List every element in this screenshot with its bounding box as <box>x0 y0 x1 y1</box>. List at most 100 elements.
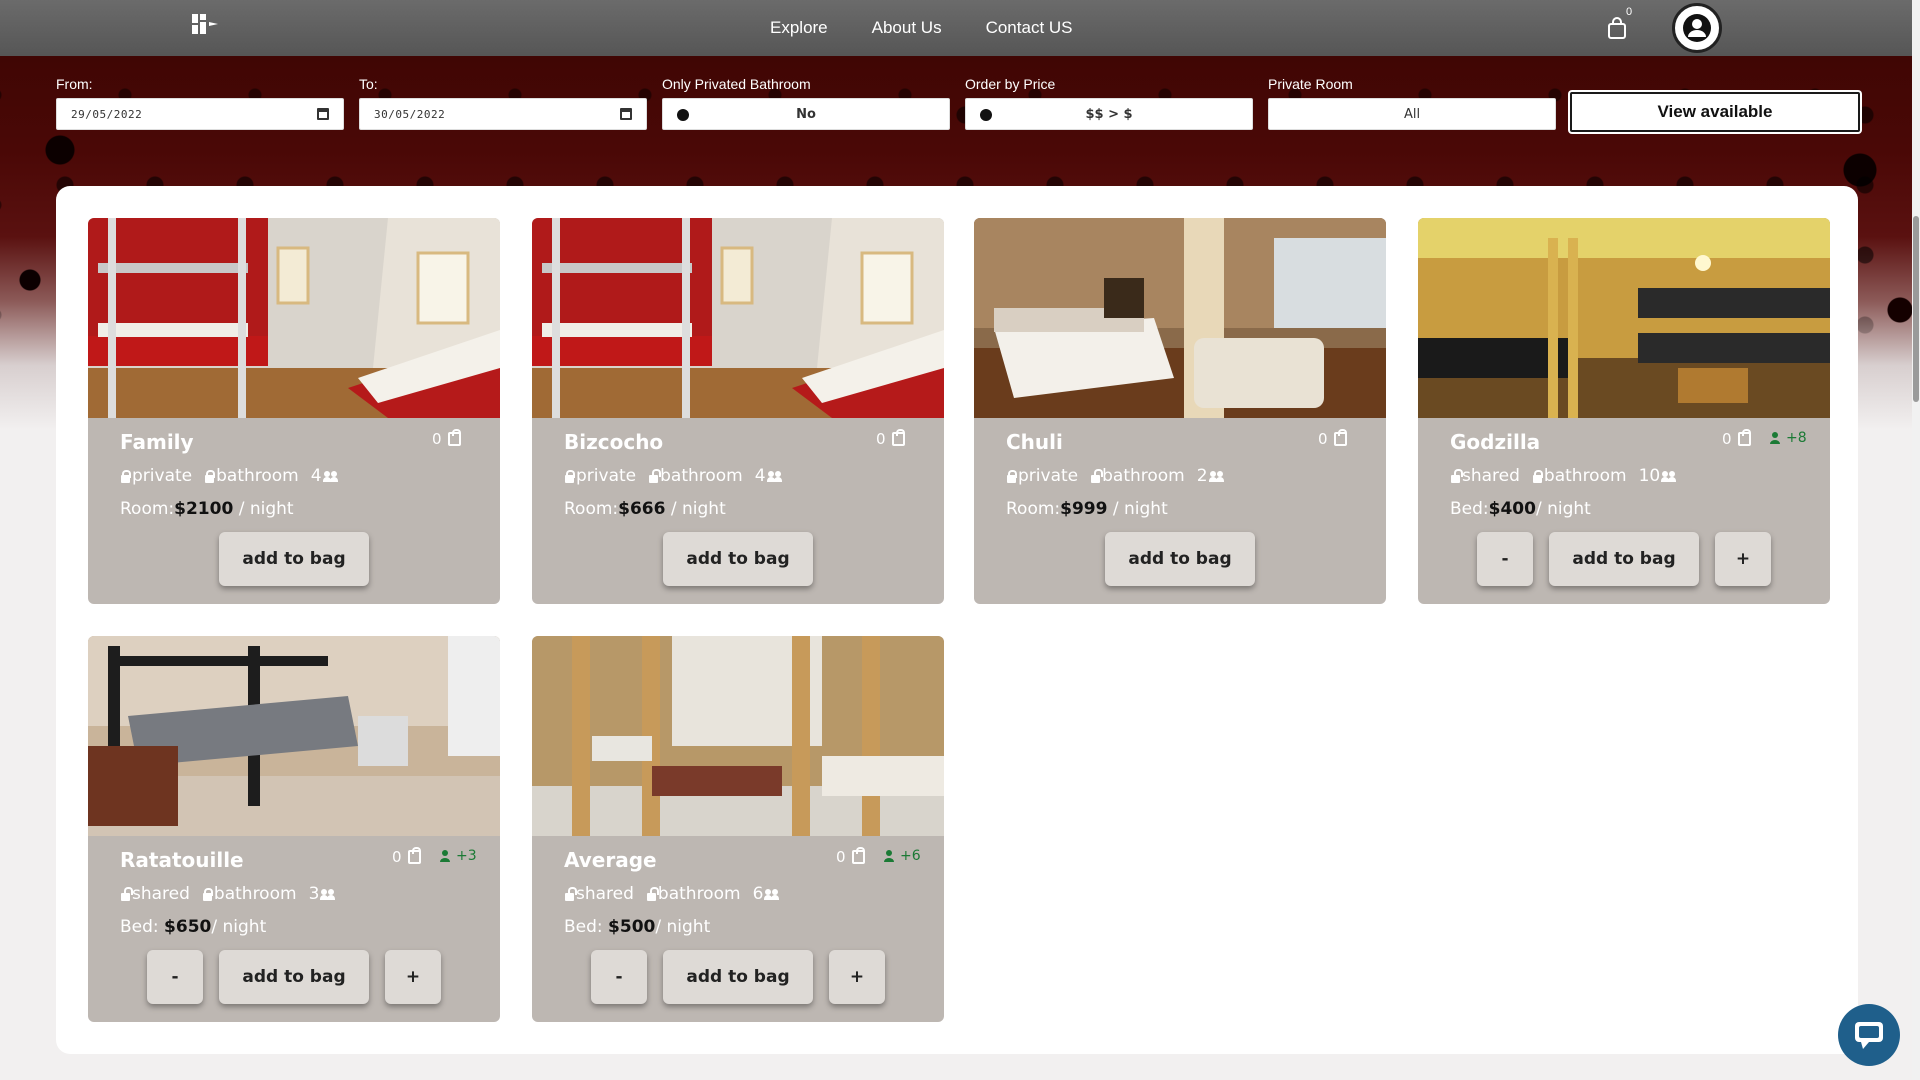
stock-count: 0 <box>1318 430 1328 448</box>
from-date-input[interactable]: 29/05/2022 <box>56 98 344 130</box>
nav-contact-us[interactable]: Contact US <box>986 18 1073 38</box>
logo-icon[interactable] <box>190 12 226 36</box>
bag-icon <box>851 847 865 864</box>
page-scrollbar[interactable] <box>1912 0 1920 1080</box>
room-features: shared bathroom 10 <box>1450 466 1678 486</box>
room-price: Room:$2100 / night <box>120 499 294 519</box>
view-available-button[interactable]: View available <box>1570 92 1860 132</box>
add-person-icon <box>884 850 894 862</box>
add-to-bag-button[interactable]: add to bag <box>663 532 813 586</box>
add-to-bag-button[interactable]: add to bag <box>219 950 369 1004</box>
nav-explore[interactable]: Explore <box>770 18 828 38</box>
from-label: From: <box>56 76 93 92</box>
calendar-icon[interactable] <box>317 108 329 120</box>
toggle-knob <box>677 109 689 121</box>
order-by-price-filter: Order by Price $$ > $ <box>965 76 1253 130</box>
card-actions: add to bag <box>532 532 944 586</box>
room-name: Bizcocho <box>564 430 664 454</box>
card-actions: - add to bag + <box>532 950 944 1004</box>
lock-icon <box>120 470 131 483</box>
order-by-price-toggle[interactable]: $$ > $ <box>965 98 1253 130</box>
from-date-value: 29/05/2022 <box>71 107 143 121</box>
user-avatar-button[interactable] <box>1672 3 1722 53</box>
room-card-bizcocho: Bizcocho 0 private bathroom 4 Room:$666 … <box>532 218 944 604</box>
price-type: Bed: <box>564 917 603 937</box>
bathroom-label: bathroom <box>660 466 743 486</box>
decrease-button[interactable]: - <box>1477 532 1533 586</box>
price-type: Room: <box>120 499 175 519</box>
increase-button[interactable]: + <box>385 950 441 1004</box>
room-stock: 0 <box>1318 429 1347 448</box>
privacy-label: shared <box>132 884 190 904</box>
room-name: Chuli <box>1006 430 1063 454</box>
bathroom-label: bathroom <box>1543 466 1627 486</box>
bag-icon <box>447 429 461 446</box>
add-to-bag-button[interactable]: add to bag <box>1105 532 1255 586</box>
stock-count: 0 <box>876 430 886 448</box>
privacy-label: private <box>132 466 193 486</box>
filter-bar: From: 29/05/2022 To: 30/05/2022 Only Pri… <box>56 76 1860 134</box>
stock-count: 0 <box>432 430 442 448</box>
room-stock: 0 <box>836 847 865 866</box>
price-value: $2100 <box>174 499 234 519</box>
privacy-label: shared <box>1462 466 1520 486</box>
room-stock: 0 <box>1722 429 1751 448</box>
price-type: Room: <box>564 499 619 519</box>
add-to-bag-button[interactable]: add to bag <box>219 532 369 586</box>
stock-count: 0 <box>392 848 402 866</box>
room-select-value: All <box>1403 106 1421 122</box>
add-person-icon <box>1770 432 1780 444</box>
lock-icon <box>564 470 575 483</box>
room-card-chuli: Chuli 0 private bathroom 2 Room:$999 / n… <box>974 218 1386 604</box>
people-icon <box>320 888 337 900</box>
room-name: Average <box>564 848 657 872</box>
capacity-count: 4 <box>310 466 322 486</box>
shopping-bag-icon[interactable] <box>1606 16 1628 40</box>
capacity-count: 10 <box>1638 466 1661 486</box>
extra-guests: +3 <box>440 848 477 864</box>
room-features: private bathroom 4 <box>120 466 340 486</box>
add-to-bag-button[interactable]: add to bag <box>1549 532 1699 586</box>
privacy-label: private <box>576 466 637 486</box>
room-price: Room:$999 / night <box>1006 499 1168 519</box>
private-room-select[interactable]: All <box>1268 98 1556 130</box>
unlock-icon <box>120 887 133 901</box>
decrease-button[interactable]: - <box>147 950 203 1004</box>
to-date-input[interactable]: 30/05/2022 <box>359 98 647 130</box>
price-type: Bed: <box>1450 499 1489 519</box>
private-bathroom-toggle[interactable]: No <box>662 98 950 130</box>
private-room-filter: Private Room All <box>1268 76 1556 130</box>
calendar-icon[interactable] <box>620 108 632 120</box>
people-icon <box>322 470 340 482</box>
chat-button[interactable] <box>1838 1004 1900 1066</box>
to-label: To: <box>359 76 378 92</box>
add-to-bag-button[interactable]: add to bag <box>663 950 813 1004</box>
increase-button[interactable]: + <box>1715 532 1771 586</box>
bag-icon <box>407 847 421 864</box>
top-navbar: Explore About Us Contact US 0 <box>0 0 1920 56</box>
per-night: / night <box>1112 499 1168 519</box>
stock-count: 0 <box>1722 430 1732 448</box>
price-type: Room: <box>1006 499 1061 519</box>
people-icon <box>1661 470 1678 482</box>
per-night: / night <box>655 917 711 937</box>
price-value: $650 <box>164 917 212 937</box>
scrollbar-thumb[interactable] <box>1913 216 1919 402</box>
stock-count: 0 <box>836 848 846 866</box>
cart-count-badge: 0 <box>1626 6 1633 18</box>
privacy-label: shared <box>576 884 634 904</box>
room-features: private bathroom 2 <box>1006 466 1226 486</box>
increase-button[interactable]: + <box>829 950 885 1004</box>
per-night: / night <box>1535 499 1591 519</box>
capacity-count: 4 <box>754 466 766 486</box>
room-photo <box>88 218 500 418</box>
card-actions: - add to bag + <box>88 950 500 1004</box>
room-photo <box>1418 218 1830 418</box>
bathroom-label: bathroom <box>216 466 299 486</box>
room-price: Bed: $500/ night <box>564 917 710 937</box>
room-features: shared bathroom 3 <box>120 884 337 904</box>
extra-count: +3 <box>456 848 477 864</box>
price-value: $999 <box>1060 499 1108 519</box>
decrease-button[interactable]: - <box>591 950 647 1004</box>
nav-about-us[interactable]: About Us <box>872 18 942 38</box>
